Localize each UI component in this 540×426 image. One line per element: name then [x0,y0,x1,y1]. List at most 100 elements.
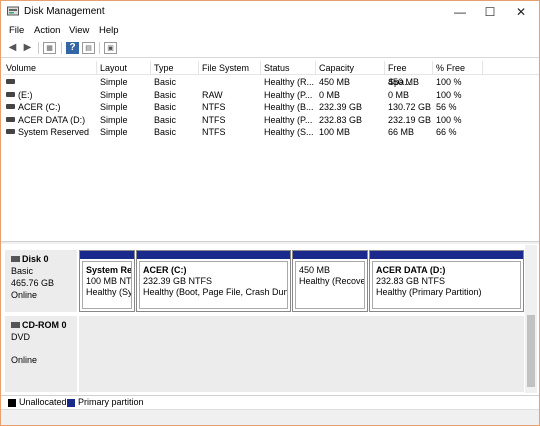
volume-name: ACER DATA (D:) [18,114,86,125]
partition-system-reserved[interactable]: System Res 100 MB NTF Healthy (Sys [79,250,135,312]
volume-layout: Simple [100,114,128,125]
partition-status: Healthy (Recover [299,276,365,286]
volume-icon [6,129,15,134]
column-header-layout[interactable]: Layout [97,61,151,75]
help-icon[interactable]: ? [66,42,79,54]
volume-percent-free: 100 % [436,89,462,100]
disk-management-window: Disk Management — ☐ ✕ File Action View H… [0,0,540,426]
volume-capacity: 0 MB [319,89,341,100]
volume-file-system [199,76,261,89]
unallocated-swatch [8,399,16,407]
back-arrow-icon[interactable]: ◀ [6,42,19,54]
partition-status: Healthy (Primary Partition) [376,287,482,297]
partition-size: 100 MB NTF [86,276,132,286]
partition-acer-c[interactable]: ACER (C:) 232.39 GB NTFS Healthy (Boot, … [136,250,291,312]
disk-0-name: Disk 0 [22,254,49,264]
column-header-file-system[interactable]: File System [199,61,261,75]
column-header-status[interactable]: Status [261,61,316,75]
properties-icon[interactable]: ▤ [82,42,95,54]
volume-file-system: NTFS [202,114,226,125]
column-header-free-space[interactable]: Free Spa... [385,61,433,87]
show-hide-action-pane-icon[interactable]: ▣ [104,42,117,54]
partition-name: System Res [86,265,132,275]
volume-capacity: 232.39 GB [319,102,363,112]
disk-management-app-icon [7,6,19,16]
disk-0-label[interactable]: Disk 0 Basic 465.76 GB Online [5,250,77,312]
disk-view-scrollbar[interactable] [525,245,537,393]
title-bar: Disk Management — ☐ ✕ [1,1,539,23]
volume-list-header: Volume Layout Type File System Status Ca… [3,61,539,87]
volume-row[interactable]: ACER DATA (D:) Simple Basic NTFS Healthy… [3,114,539,127]
partition-name: ACER DATA (D:) [376,265,446,275]
volume-percent-free: 56 % [436,102,457,112]
cdrom-0-label[interactable]: CD-ROM 0 DVD Online [5,316,77,392]
disk-graphical-view: Disk 0 Basic 465.76 GB Online System Res… [3,245,539,393]
disk-0-size: 465.76 GB [11,278,55,288]
partition-status: Healthy (Boot, Page File, Crash Dump, [143,287,288,297]
partition-acer-data-d[interactable]: ACER DATA (D:) 232.83 GB NTFS Healthy (P… [369,250,524,312]
volume-free-space: 0 MB [388,89,410,100]
primary-partition-bar [137,251,290,259]
partition-size: 232.39 GB NTFS [143,276,213,286]
cdrom-0-name: CD-ROM 0 [22,320,67,330]
show-hide-console-tree-icon[interactable]: ▦ [43,42,56,54]
maximize-icon[interactable]: ☐ [477,3,503,21]
legend-unallocated: Unallocated [19,397,67,407]
volume-free-space: 450 MB [388,77,420,87]
pane-splitter[interactable] [1,241,539,244]
volume-capacity: 450 MB [319,77,351,87]
disk-0-type: Basic [11,266,34,276]
cdrom-0-state: Online [11,355,38,365]
volume-name: ACER (C:) [18,102,61,112]
volume-row[interactable]: ACER (C:) Simple Basic NTFS Healthy (B..… [3,101,539,114]
partition-name: ACER (C:) [143,265,187,275]
volume-row[interactable]: (E:) Simple Basic RAW Healthy (P... 0 MB… [3,89,539,102]
toolbar: ◀ ▶ ▦ ? ▤ ▣ [1,39,539,58]
volume-file-system: RAW [202,89,223,100]
primary-partition-swatch [67,399,75,407]
volume-status: Healthy (B... [264,102,314,112]
volume-status: Healthy (R... [264,77,315,87]
toolbar-separator [38,42,39,54]
menu-file[interactable]: File [9,25,24,36]
menu-view[interactable]: View [69,25,89,36]
menu-action[interactable]: Action [34,25,60,36]
volume-row[interactable]: System Reserved Simple Basic NTFS Health… [3,126,539,139]
cdrom-0-type: DVD [11,332,31,342]
column-header-capacity[interactable]: Capacity [316,61,385,75]
volume-free-space: 232.19 GB [388,114,432,125]
volume-status: Healthy (S... [264,127,314,137]
volume-type: Basic [154,77,177,87]
volume-type: Basic [154,127,177,137]
volume-file-system: NTFS [202,127,226,137]
volume-status: Healthy (P... [264,89,313,100]
volume-icon [6,104,15,109]
primary-partition-bar [293,251,367,259]
partition-size: 232.83 GB NTFS [376,276,446,286]
legend-bar: Unallocated Primary partition [1,395,539,409]
column-header-volume[interactable]: Volume [3,61,97,75]
partition-recovery[interactable]: 450 MB Healthy (Recover [292,250,368,312]
primary-partition-bar [80,251,134,259]
volume-free-space: 130.72 GB [388,102,432,112]
volume-type: Basic [154,89,177,100]
volume-percent-free: 100 % [436,77,462,87]
forward-arrow-icon[interactable]: ▶ [21,42,34,54]
volume-icon [6,116,15,122]
scrollbar-thumb[interactable] [527,315,535,387]
hard-disk-icon [11,256,20,262]
cdrom-0-media-area [79,316,524,392]
volume-row[interactable]: Simple Basic Healthy (R... 450 MB 450 MB… [3,76,539,89]
volume-type: Basic [154,102,177,112]
menu-help[interactable]: Help [99,25,119,36]
volume-status: Healthy (P... [264,114,313,125]
cdrom-icon [11,322,20,328]
minimize-icon[interactable]: — [447,3,473,21]
column-header-type[interactable]: Type [151,61,199,75]
close-icon[interactable]: ✕ [508,3,534,21]
volume-layout: Simple [100,77,128,87]
volume-percent-free: 66 % [436,127,457,137]
partition-size: 450 MB [299,265,331,275]
primary-partition-bar [370,251,523,259]
column-header-percent-free[interactable]: % Free [433,61,483,75]
